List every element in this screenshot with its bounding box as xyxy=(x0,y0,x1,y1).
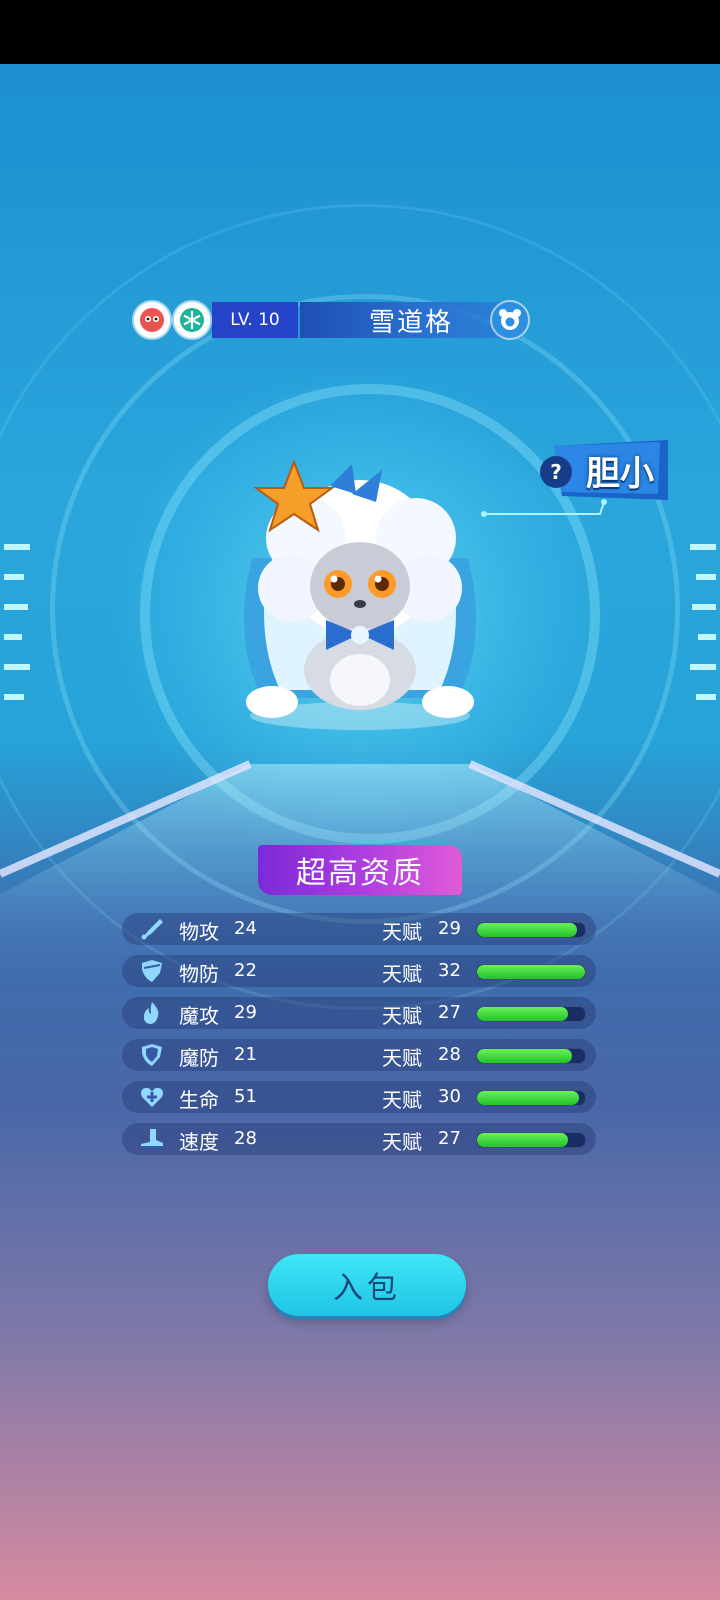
add-to-bag-button[interactable]: 入包 xyxy=(268,1254,466,1316)
talent-bar xyxy=(476,1006,586,1022)
magic-shield-icon xyxy=(142,1044,162,1066)
stat-name: 生命 xyxy=(179,1088,219,1112)
talent-bar xyxy=(476,964,586,980)
talent-bar-fill xyxy=(477,923,578,937)
sword-icon xyxy=(141,919,163,940)
stat-name: 速度 xyxy=(179,1130,219,1154)
talent-value: 27 xyxy=(438,1128,461,1149)
stat-row-magic-attack: 魔攻 29 天赋 27 xyxy=(122,997,596,1029)
snowflake-ice-type-icon[interactable] xyxy=(174,302,210,338)
talent-label: 天赋 xyxy=(382,920,422,944)
trait-connector-line xyxy=(481,499,607,517)
stat-name: 物防 xyxy=(179,962,219,986)
stat-row-physical-defense: 物防 22 天赋 32 xyxy=(122,955,596,987)
talent-bar-fill xyxy=(477,1133,568,1147)
pet-name: 雪道格 xyxy=(300,302,522,338)
talent-bar-fill xyxy=(477,965,585,979)
boot-icon xyxy=(141,1129,163,1149)
talent-label: 天赋 xyxy=(382,1130,422,1154)
talent-value: 29 xyxy=(438,918,461,939)
stat-name: 魔攻 xyxy=(179,1004,219,1028)
stat-value: 28 xyxy=(234,1128,257,1149)
talent-bar xyxy=(476,1132,586,1148)
status-bar xyxy=(0,0,720,64)
talent-bar-fill xyxy=(477,1007,568,1021)
stat-value: 24 xyxy=(234,918,257,939)
talent-label: 天赋 xyxy=(382,1046,422,1070)
stat-name: 物攻 xyxy=(179,920,219,944)
talent-bar-fill xyxy=(477,1049,573,1063)
stat-value: 29 xyxy=(234,1002,257,1023)
stat-value: 51 xyxy=(234,1086,257,1107)
trait-tag[interactable]: ? 胆小 xyxy=(540,440,668,500)
talent-value: 32 xyxy=(438,960,461,981)
stat-row-hp: 生命 51 天赋 30 xyxy=(122,1081,596,1113)
fire-icon xyxy=(143,1002,159,1024)
pet-header: LV. 10 雪道格 xyxy=(0,300,720,342)
talent-label: 天赋 xyxy=(382,1004,422,1028)
talent-bar xyxy=(476,1048,586,1064)
talent-bar xyxy=(476,1090,586,1106)
talent-label: 天赋 xyxy=(382,962,422,986)
heart-plus-icon xyxy=(141,1087,163,1107)
shield-icon xyxy=(142,960,162,982)
talent-bar xyxy=(476,922,586,938)
quality-banner: 超高资质 xyxy=(258,845,462,895)
stat-value: 21 xyxy=(234,1044,257,1065)
talent-label: 天赋 xyxy=(382,1088,422,1112)
pet-character-sprite xyxy=(244,459,476,730)
stat-row-magic-defense: 魔防 21 天赋 28 xyxy=(122,1039,596,1071)
level-label: LV. 10 xyxy=(212,302,298,338)
stat-name: 魔防 xyxy=(179,1046,219,1070)
talent-value: 27 xyxy=(438,1002,461,1023)
red-monster-type-icon[interactable] xyxy=(134,302,170,338)
stat-row-speed: 速度 28 天赋 27 xyxy=(122,1123,596,1155)
talent-bar-fill xyxy=(477,1091,579,1105)
stat-value: 22 xyxy=(234,960,257,981)
question-mark-icon: ? xyxy=(540,456,572,488)
trait-label: 胆小 xyxy=(586,454,654,494)
pet-detail-scene: LV. 10 雪道格 ? 胆小 超高资质 物攻 24 天赋 29 物防 22 天… xyxy=(0,64,720,1600)
stats-panel: 物攻 24 天赋 29 物防 22 天赋 32 魔攻 29 天赋 27 魔防 2… xyxy=(122,913,596,1165)
blue-bear-face-icon[interactable] xyxy=(492,302,528,338)
talent-value: 30 xyxy=(438,1086,461,1107)
stat-row-physical-attack: 物攻 24 天赋 29 xyxy=(122,913,596,945)
talent-value: 28 xyxy=(438,1044,461,1065)
